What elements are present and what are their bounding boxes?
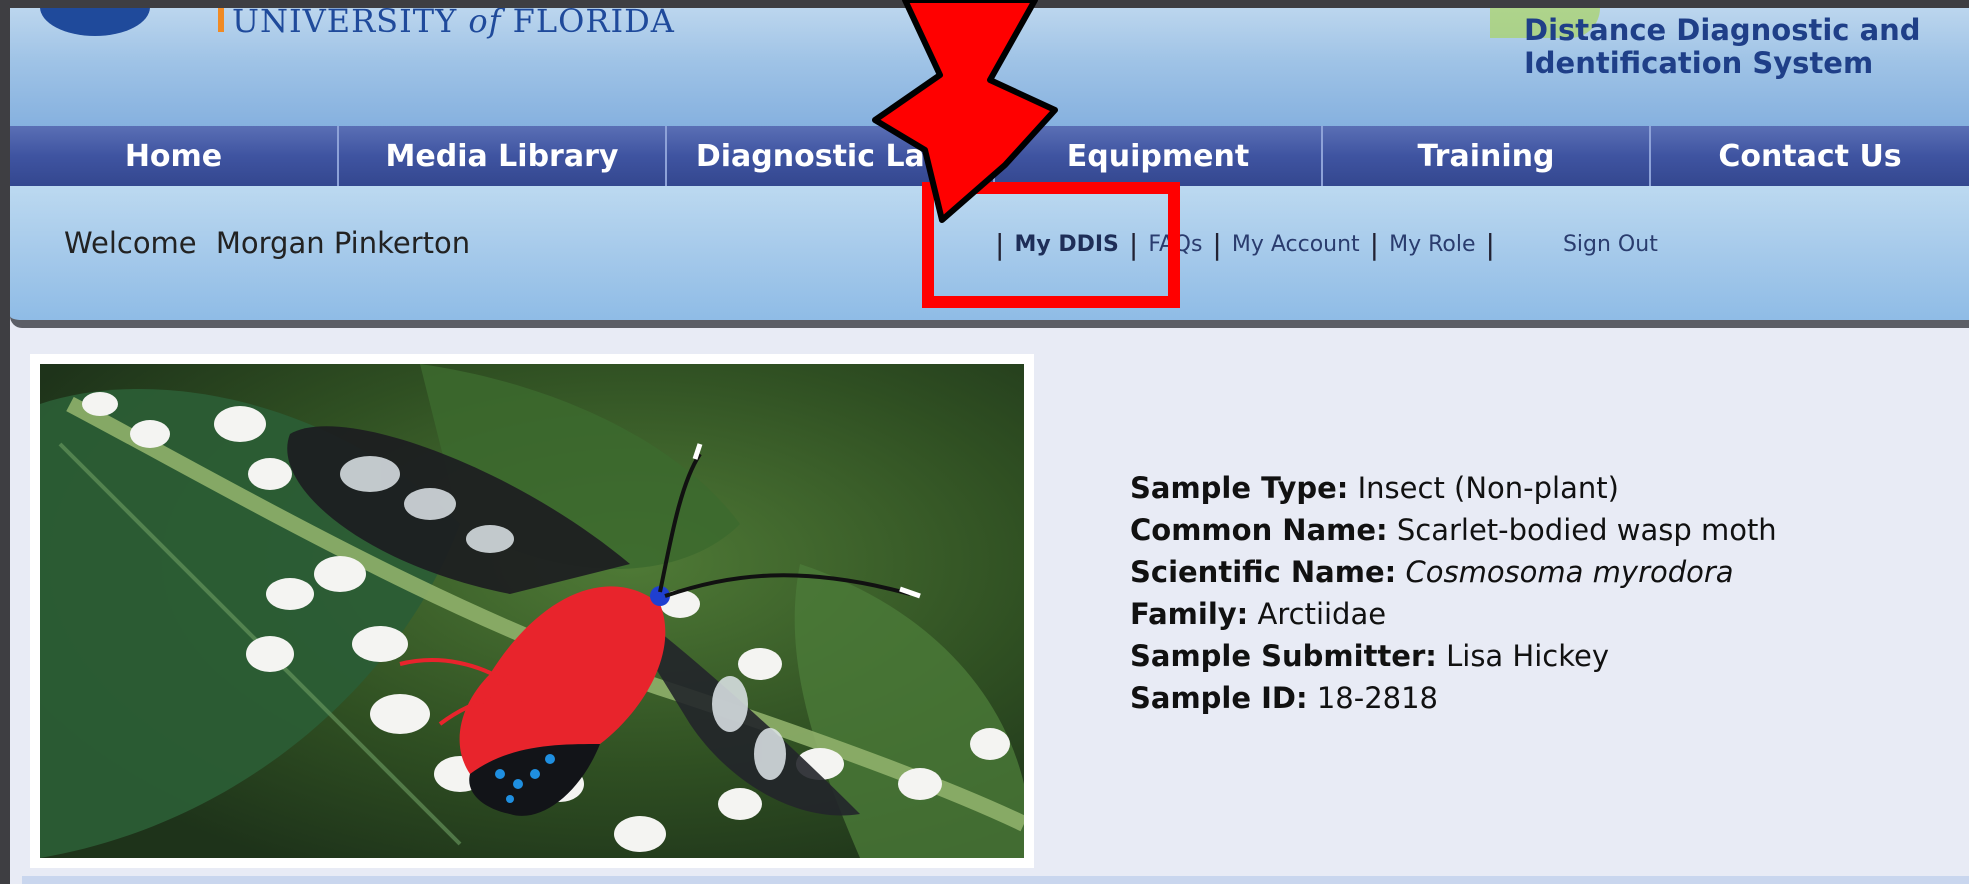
highlight-box — [922, 182, 1180, 308]
sample-details: Sample Type: Insect (Non-plant) Common N… — [1130, 467, 1777, 719]
sample-photo[interactable] — [30, 354, 1034, 868]
nav-equipment[interactable]: Equipment — [995, 126, 1323, 186]
common-name-row: Common Name: Scarlet-bodied wasp moth — [1130, 513, 1777, 547]
link-separator: | — [1212, 228, 1222, 261]
bottom-strip — [22, 876, 1969, 884]
nav-home[interactable]: Home — [10, 126, 339, 186]
nav-training[interactable]: Training — [1323, 126, 1651, 186]
sample-submitter-row: Sample Submitter: Lisa Hickey — [1130, 639, 1609, 673]
uf-logo-icon[interactable] — [40, 8, 150, 36]
my-role-link[interactable]: My Role — [1389, 232, 1475, 257]
moth-photo-image — [40, 364, 1024, 858]
site-header: UNIVERSITY of FLORIDA Distance Diagnosti… — [10, 8, 1969, 126]
main-nav: Home Media Library Diagnostic Labs Equip… — [10, 126, 1969, 186]
university-name[interactable]: UNIVERSITY of FLORIDA — [232, 8, 675, 40]
sample-type-row: Sample Type: Insect (Non-plant) — [1130, 471, 1619, 505]
nav-contact-us[interactable]: Contact Us — [1651, 126, 1969, 186]
user-name: Morgan Pinkerton — [215, 226, 471, 260]
my-account-link[interactable]: My Account — [1232, 232, 1360, 257]
nav-media-library[interactable]: Media Library — [339, 126, 667, 186]
welcome-message: Welcome Morgan Pinkerton — [64, 226, 480, 260]
link-separator: | — [1485, 228, 1495, 261]
sample-id-row: Sample ID: 18-2818 — [1130, 681, 1438, 715]
family-row: Family: Arctiidae — [1130, 597, 1387, 631]
welcome-label: Welcome — [64, 226, 197, 260]
sign-out-link[interactable]: Sign Out — [1563, 232, 1658, 257]
scientific-name-row: Scientific Name: Cosmosoma myrodora — [1130, 555, 1734, 589]
system-title: Distance Diagnostic and Identification S… — [1524, 13, 1921, 80]
uf-logo-divider — [218, 8, 224, 32]
link-separator: | — [1369, 228, 1380, 261]
nav-diagnostic-labs[interactable]: Diagnostic Labs — [667, 126, 995, 186]
